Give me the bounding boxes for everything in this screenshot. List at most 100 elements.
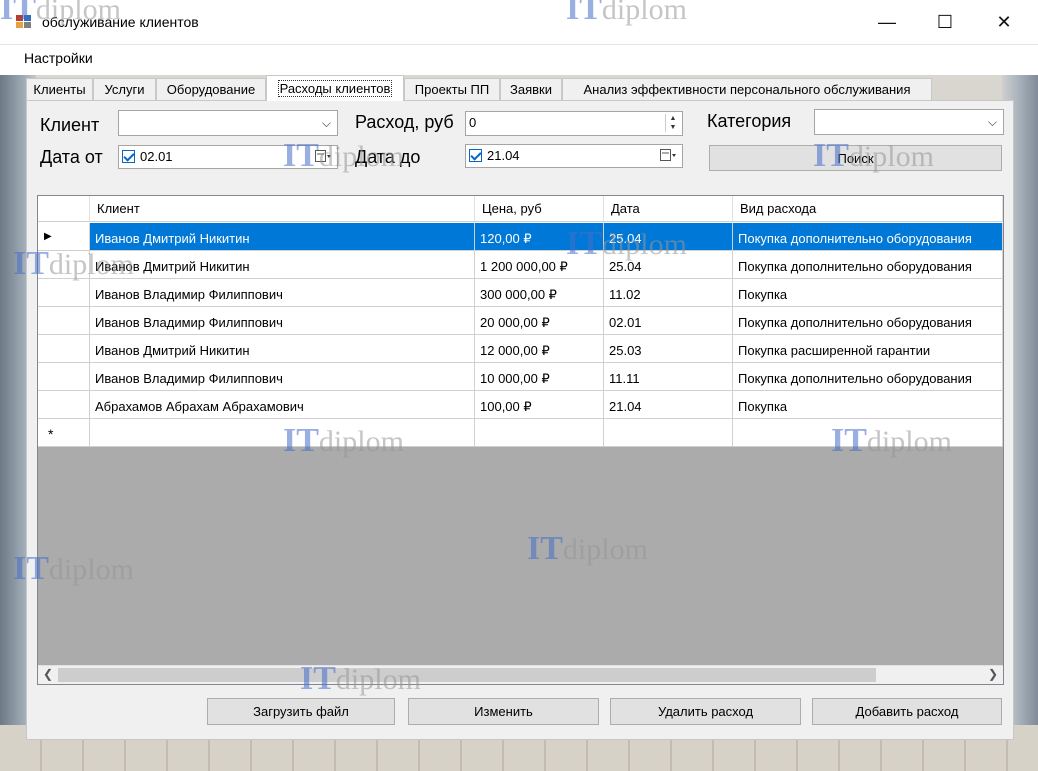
tab-client-expenses[interactable]: Расходы клиентов <box>266 75 404 101</box>
tab-equipment[interactable]: Оборудование <box>156 78 266 100</box>
maximize-icon[interactable]: ☐ <box>916 0 974 44</box>
date-to-checkbox[interactable] <box>469 149 482 162</box>
load-file-button[interactable]: Загрузить файл <box>207 698 395 725</box>
expense-value: 0 <box>469 115 477 130</box>
edit-button[interactable]: Изменить <box>408 698 599 725</box>
cell-client[interactable]: Абрахамов Абрахам Абрахамович <box>90 391 475 419</box>
row-header[interactable] <box>38 363 90 391</box>
row-header[interactable] <box>38 251 90 279</box>
column-header-price[interactable]: Цена, руб <box>475 196 604 222</box>
date-from-checkbox[interactable] <box>122 150 135 163</box>
cell-client[interactable]: Иванов Владимир Филиппович <box>90 363 475 391</box>
row-header[interactable] <box>38 335 90 363</box>
cell-price[interactable]: 1 200 000,00 ₽ <box>475 251 604 279</box>
scrollbar-thumb[interactable] <box>58 668 876 682</box>
scroll-right-icon[interactable]: ❯ <box>988 667 998 681</box>
date-to-label: Дата до <box>355 147 421 167</box>
cell-client[interactable]: Иванов Владимир Филиппович <box>90 307 475 335</box>
spin-down-icon[interactable]: ▼ <box>666 123 680 132</box>
date-to-picker[interactable]: 21.04 <box>465 144 683 168</box>
cell-price[interactable] <box>475 419 604 447</box>
grid-header: Клиент Цена, руб Дата Вид расхода <box>38 196 1003 223</box>
expense-label: Расход, руб <box>355 112 454 132</box>
client-label: Клиент <box>40 115 100 135</box>
scroll-left-icon[interactable]: ❮ <box>43 667 53 681</box>
cell-date[interactable]: 11.11 <box>604 363 733 391</box>
table-row[interactable]: Иванов Владимир Филиппович 10 000,00 ₽ 1… <box>38 363 1003 391</box>
tab-label: Расходы клиентов <box>277 80 393 97</box>
title-bar[interactable]: обслуживание клиентов — ☐ ✕ <box>0 0 1038 45</box>
table-row[interactable]: Иванов Владимир Филиппович 20 000,00 ₽ 0… <box>38 307 1003 335</box>
date-from-label: Дата от <box>40 147 103 167</box>
category-label: Категория <box>707 111 792 131</box>
cell-client[interactable] <box>90 419 475 447</box>
spin-up-icon[interactable]: ▲ <box>666 114 680 123</box>
row-header[interactable] <box>38 391 90 419</box>
cell-price[interactable]: 100,00 ₽ <box>475 391 604 419</box>
cell-date[interactable] <box>604 419 733 447</box>
minimize-icon[interactable]: — <box>858 0 916 44</box>
horizontal-scrollbar[interactable]: ❮ ❯ <box>38 665 1003 684</box>
tab-requests[interactable]: Заявки <box>500 78 562 100</box>
cell-client[interactable]: Иванов Дмитрий Никитин <box>90 335 475 363</box>
menu-bar <box>0 45 1038 73</box>
table-row[interactable]: Иванов Владимир Филиппович 300 000,00 ₽ … <box>38 279 1003 307</box>
tab-label: Анализ эффективности персонального обслу… <box>583 82 911 97</box>
row-header[interactable]: * <box>38 419 90 447</box>
cell-client[interactable]: Иванов Дмитрий Никитин <box>90 251 475 279</box>
cell-date[interactable]: 21.04 <box>604 391 733 419</box>
menu-settings[interactable]: Настройки <box>24 50 93 66</box>
table-row[interactable]: Абрахамов Абрахам Абрахамович 100,00 ₽ 2… <box>38 391 1003 419</box>
spin-buttons[interactable]: ▲ ▼ <box>665 114 680 132</box>
cell-price[interactable]: 20 000,00 ₽ <box>475 307 604 335</box>
cell-expense-type[interactable]: Покупка дополнительно оборудования <box>733 307 1003 335</box>
add-expense-button[interactable]: Добавить расход <box>812 698 1002 725</box>
row-header[interactable]: ▶ <box>38 223 90 251</box>
calendar-icon[interactable] <box>315 150 331 163</box>
cell-expense-type[interactable]: Покупка <box>733 391 1003 419</box>
cell-price[interactable]: 12 000,00 ₽ <box>475 335 604 363</box>
cell-client[interactable]: Иванов Владимир Филиппович <box>90 279 475 307</box>
new-row[interactable]: * <box>38 419 1003 447</box>
table-row[interactable]: Иванов Дмитрий Никитин 12 000,00 ₽ 25.03… <box>38 335 1003 363</box>
search-button[interactable]: Поиск <box>709 145 1002 171</box>
current-row-icon: ▶ <box>44 231 52 242</box>
row-header[interactable] <box>38 279 90 307</box>
cell-price[interactable]: 120,00 ₽ <box>475 223 604 251</box>
expense-input[interactable]: 0 ▲ ▼ <box>465 111 683 136</box>
calendar-icon[interactable] <box>660 149 676 162</box>
cell-expense-type[interactable]: Покупка дополнительно оборудования <box>733 251 1003 279</box>
cell-date[interactable]: 25.03 <box>604 335 733 363</box>
cell-price[interactable]: 10 000,00 ₽ <box>475 363 604 391</box>
cell-date[interactable]: 02.01 <box>604 307 733 335</box>
cell-client[interactable]: Иванов Дмитрий Никитин <box>90 223 475 251</box>
cell-date[interactable]: 25.04 <box>604 251 733 279</box>
column-header-date[interactable]: Дата <box>604 196 733 222</box>
client-select[interactable]: ⌵ <box>118 110 338 136</box>
app-icon <box>16 15 32 29</box>
tab-efficiency-analysis[interactable]: Анализ эффективности персонального обслу… <box>562 78 932 100</box>
cell-price[interactable]: 300 000,00 ₽ <box>475 279 604 307</box>
cell-date[interactable]: 11.02 <box>604 279 733 307</box>
close-icon[interactable]: ✕ <box>975 0 1033 44</box>
tab-services[interactable]: Услуги <box>93 78 156 100</box>
table-row[interactable]: Иванов Дмитрий Никитин 1 200 000,00 ₽ 25… <box>38 251 1003 279</box>
cell-date[interactable]: 25.04 <box>604 223 733 251</box>
cell-expense-type[interactable]: Покупка дополнительно оборудования <box>733 363 1003 391</box>
cell-expense-type[interactable] <box>733 419 1003 447</box>
tab-label: Заявки <box>510 82 552 97</box>
category-select[interactable]: ⌵ <box>814 109 1004 135</box>
tab-clients[interactable]: Клиенты <box>26 78 93 100</box>
column-header-client[interactable]: Клиент <box>90 196 475 222</box>
cell-expense-type[interactable]: Покупка <box>733 279 1003 307</box>
cell-expense-type[interactable]: Покупка дополнительно оборудования <box>733 223 1003 251</box>
row-header[interactable] <box>38 307 90 335</box>
delete-expense-button[interactable]: Удалить расход <box>610 698 801 725</box>
column-header-expense-type[interactable]: Вид расхода <box>733 196 1003 222</box>
date-from-picker[interactable]: 02.01 <box>118 145 338 169</box>
tab-pp-projects[interactable]: Проекты ПП <box>404 78 500 100</box>
table-row[interactable]: ▶ Иванов Дмитрий Никитин 120,00 ₽ 25.04 … <box>38 223 1003 251</box>
expenses-grid[interactable]: Клиент Цена, руб Дата Вид расхода ▶ Иван… <box>37 195 1004 685</box>
date-to-value: 21.04 <box>487 148 520 163</box>
cell-expense-type[interactable]: Покупка расширенной гарантии <box>733 335 1003 363</box>
